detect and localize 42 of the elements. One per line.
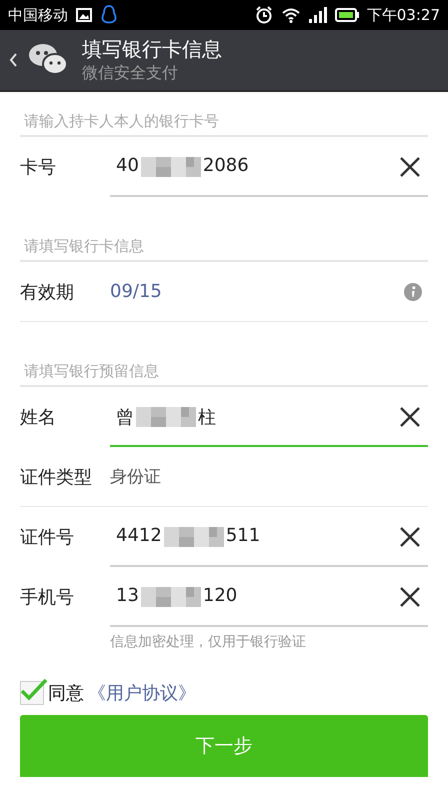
pixelated-block <box>140 157 201 177</box>
penguin-icon <box>100 4 118 26</box>
clear-button[interactable] <box>398 585 422 609</box>
wifi-icon <box>280 7 301 23</box>
input-field[interactable]: 曾 柱 <box>110 401 428 447</box>
field-label: 有效期 <box>20 280 75 304</box>
input-field[interactable]: 40 2086 <box>110 151 428 197</box>
close-icon <box>398 585 422 609</box>
field-label: 姓名 <box>20 406 57 429</box>
page-title: 填写银行卡信息 <box>82 36 222 63</box>
input-field[interactable]: 4412 511 <box>110 521 428 567</box>
user-agreement-link[interactable]: 《用户协议》 <box>88 681 196 705</box>
field-label: 卡号 <box>20 156 57 179</box>
carrier-name: 中国移动 <box>8 6 68 24</box>
field-value: 身份证 <box>110 466 161 488</box>
clear-button[interactable] <box>398 405 422 429</box>
battery-icon <box>334 8 359 22</box>
pixelated-block <box>136 407 196 427</box>
section-heading: 请填写银行卡信息 <box>20 217 428 262</box>
agree-label: 同意 <box>48 682 84 705</box>
expiry-value[interactable]: 09/15 <box>110 281 404 302</box>
close-icon <box>398 405 422 429</box>
pixelated-block <box>164 527 224 547</box>
page-subtitle: 微信安全支付 <box>82 63 179 84</box>
alarm-icon <box>254 6 273 24</box>
clear-button[interactable] <box>398 525 422 549</box>
input-field[interactable]: 13 120 <box>110 581 428 627</box>
pixelated-block <box>140 587 201 607</box>
info-icon[interactable] <box>404 282 422 300</box>
image-icon <box>76 8 92 22</box>
section-heading: 请输入持卡人本人的银行卡号 <box>20 92 428 137</box>
field-label: 手机号 <box>20 586 75 609</box>
field-label: 证件号 <box>20 526 75 549</box>
field-label: 证件类型 <box>20 466 93 488</box>
hint-text: 信息加密处理，仅用于银行验证 <box>110 633 307 651</box>
section-heading: 请填写银行预留信息 <box>20 342 428 387</box>
signal-icon <box>308 7 327 23</box>
clear-button[interactable] <box>398 155 422 179</box>
back-icon[interactable] <box>8 52 18 68</box>
close-icon <box>398 155 422 179</box>
clock-time: 下午03:27 <box>366 6 440 24</box>
close-icon <box>398 525 422 549</box>
